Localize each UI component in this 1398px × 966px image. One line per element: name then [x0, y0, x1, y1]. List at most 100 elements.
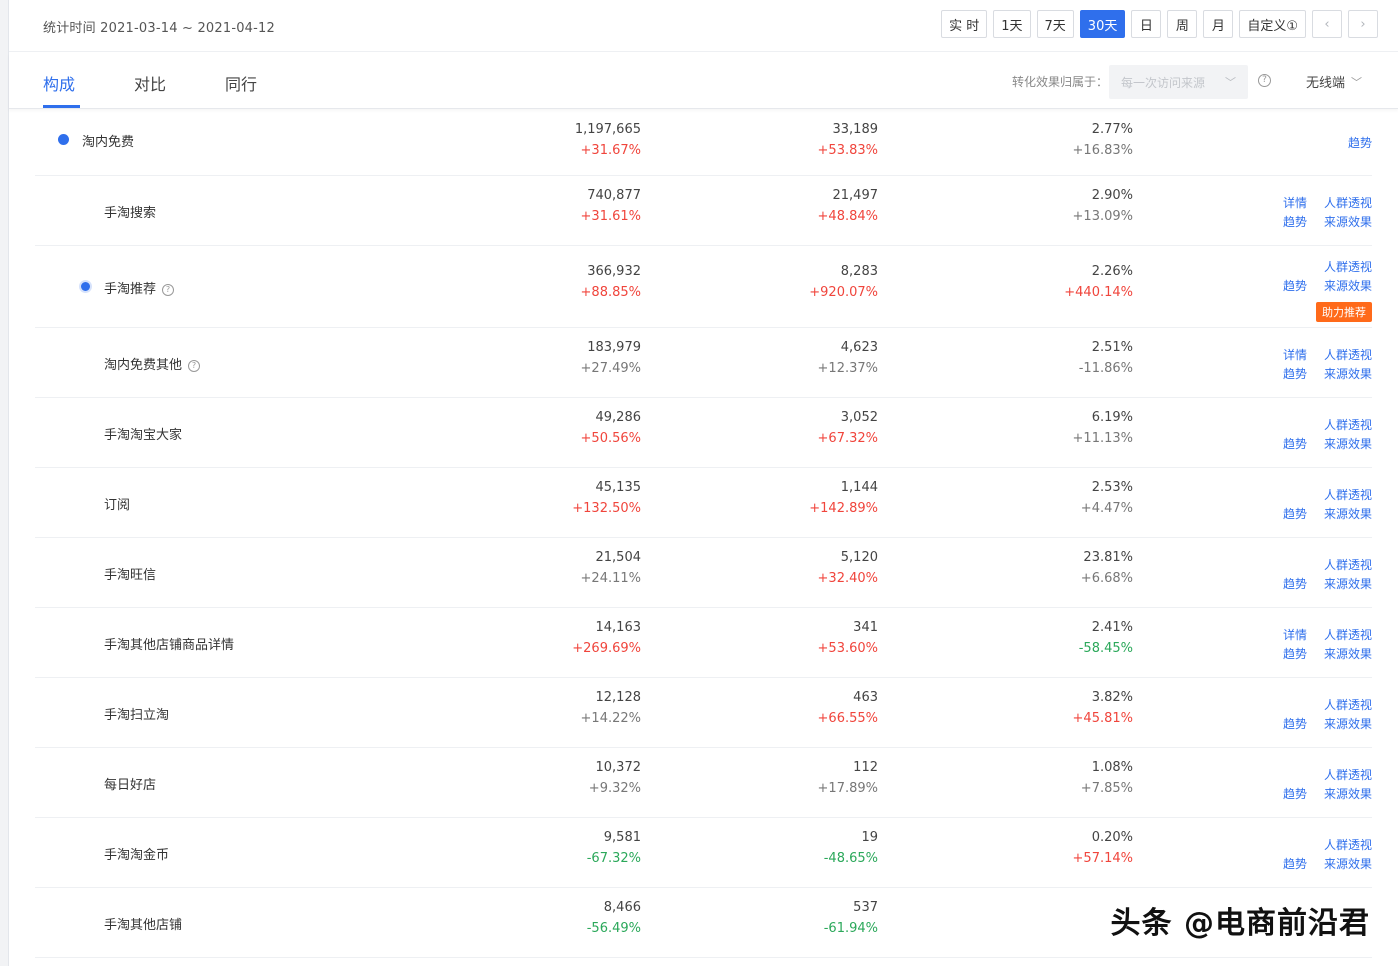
info-icon[interactable]: ?: [162, 284, 175, 296]
metric-value: 33,189: [832, 122, 879, 137]
source-name-label: 订阅: [104, 498, 131, 513]
chevron-left-icon[interactable]: ‹: [1312, 10, 1342, 38]
help-icon[interactable]: ?: [1258, 74, 1271, 87]
metric-value: 183,979: [587, 340, 641, 355]
period-month-button[interactable]: 月: [1203, 10, 1234, 38]
period-day-button[interactable]: 日: [1131, 10, 1162, 38]
source-name[interactable]: 手淘淘宝大家: [104, 424, 182, 443]
chevron-right-icon[interactable]: ›: [1348, 10, 1378, 38]
source-effect-link[interactable]: 来源效果: [1324, 855, 1372, 872]
metric-change: +31.67%: [580, 143, 641, 158]
trend-link[interactable]: 趋势: [1283, 435, 1307, 452]
trend-link[interactable]: 趋势: [1283, 575, 1307, 592]
source-name-label: 手淘扫立淘: [104, 708, 170, 723]
source-effect-link[interactable]: 来源效果: [1324, 435, 1372, 452]
detail-link[interactable]: 详情: [1283, 626, 1307, 643]
date-toolbar: 统计时间 2021-03-14 ~ 2021-04-12 实 时 1天 7天 3…: [9, 0, 1398, 52]
trend-link[interactable]: 趋势: [1283, 277, 1307, 294]
metric-cell-3: 23.81% +6.68%: [1013, 550, 1133, 586]
source-effect-link[interactable]: 来源效果: [1324, 277, 1372, 294]
trend-link[interactable]: 趋势: [1283, 715, 1307, 732]
period-week-button[interactable]: 周: [1167, 10, 1198, 38]
source-effect-link[interactable]: 来源效果: [1324, 365, 1372, 382]
period-1day-button[interactable]: 1天: [993, 10, 1031, 38]
source-effect-link[interactable]: 来源效果: [1324, 645, 1372, 662]
trend-link[interactable]: 趋势: [1283, 213, 1307, 230]
audience-link[interactable]: 人群透视: [1324, 696, 1372, 713]
source-effect-link[interactable]: 来源效果: [1324, 575, 1372, 592]
metric-change: +24.11%: [580, 571, 641, 586]
period-realtime-button[interactable]: 实 时: [941, 10, 988, 38]
source-name[interactable]: 淘内免费其他?: [104, 354, 201, 373]
audience-link[interactable]: 人群透视: [1324, 258, 1372, 275]
metric-cell-3: 2.77% +16.83%: [1013, 122, 1133, 158]
tab-compare[interactable]: 对比: [134, 71, 166, 95]
source-name[interactable]: 手淘推荐?: [104, 278, 175, 297]
metric-value: 3.82%: [1091, 690, 1133, 705]
trend-link[interactable]: 趋势: [1283, 505, 1307, 522]
info-icon[interactable]: ?: [188, 360, 201, 372]
metric-value: 1.08%: [1091, 760, 1133, 775]
metric-change: +50.56%: [580, 431, 641, 446]
metric-cell-3: 2.51% -11.86%: [1013, 340, 1133, 376]
audience-link[interactable]: 人群透视: [1324, 556, 1372, 573]
row-actions: 人群透视 趋势 来源效果: [1262, 678, 1372, 748]
metric-value: 23.81%: [1083, 550, 1133, 565]
audience-link[interactable]: 人群透视: [1324, 486, 1372, 503]
device-select[interactable]: 无线端: [1306, 72, 1345, 91]
source-effect-link[interactable]: 来源效果: [1324, 213, 1372, 230]
promo-badge[interactable]: 助力推荐: [1316, 302, 1372, 322]
source-dot-icon: [81, 282, 90, 291]
metric-value: 14,163: [595, 620, 642, 635]
metric-change: +16.83%: [1072, 143, 1133, 158]
audience-link[interactable]: 人群透视: [1324, 766, 1372, 783]
audience-link[interactable]: 人群透视: [1324, 836, 1372, 853]
source-effect-link[interactable]: 来源效果: [1324, 715, 1372, 732]
source-effect-link[interactable]: 来源效果: [1324, 505, 1372, 522]
metric-change: +9.32%: [588, 781, 641, 796]
audience-link[interactable]: 人群透视: [1324, 626, 1372, 643]
period-30day-button[interactable]: 30天: [1079, 10, 1126, 38]
detail-link[interactable]: 详情: [1283, 346, 1307, 363]
source-name[interactable]: 淘内免费: [82, 131, 134, 150]
period-7day-button[interactable]: 7天: [1036, 10, 1074, 38]
period-custom-button[interactable]: 自定义①: [1239, 10, 1306, 38]
source-name[interactable]: 手淘其他店铺: [104, 914, 182, 933]
audience-link[interactable]: 人群透视: [1324, 194, 1372, 211]
metric-value: 1,197,665: [574, 122, 641, 137]
metric-value: 8,466: [603, 900, 641, 915]
audience-link[interactable]: 人群透视: [1324, 346, 1372, 363]
metric-cell-3: 2.26% +440.14%: [1013, 264, 1133, 300]
table-row: 淘内免费 1,197,665 +31.67% 33,189 +53.83% 2.77% +1…: [35, 110, 1372, 176]
trend-link[interactable]: 趋势: [1348, 134, 1372, 151]
metric-change: -48.65%: [823, 851, 878, 866]
trend-link[interactable]: 趋势: [1283, 785, 1307, 802]
tab-composition[interactable]: 构成: [43, 71, 75, 95]
period-selector: 实 时 1天 7天 30天 日 周 月 自定义① ‹ ›: [941, 10, 1378, 38]
source-name[interactable]: 手淘其他店铺商品详情: [104, 634, 234, 653]
metric-change: +17.89%: [817, 781, 878, 796]
source-name[interactable]: 手淘扫立淘: [104, 704, 169, 723]
metric-cell-3: 2.41% -58.45%: [1013, 620, 1133, 656]
trend-link[interactable]: 趋势: [1283, 645, 1307, 662]
table-row: 手淘淘金币 9,581 -67.32% 19 -48.65% 0.20% +57.14% 人群…: [35, 818, 1372, 888]
source-name[interactable]: 手淘搜索: [104, 202, 156, 221]
metric-cell-2: 19 -48.65%: [758, 830, 878, 866]
trend-link[interactable]: 趋势: [1283, 365, 1307, 382]
source-name[interactable]: 手淘旺信: [104, 564, 156, 583]
metric-change: -61.94%: [823, 921, 878, 936]
source-name[interactable]: 手淘淘金币: [104, 844, 169, 863]
row-actions: 详情 人群透视 趋势 来源效果: [1262, 328, 1372, 398]
metric-change: +14.22%: [580, 711, 641, 726]
source-effect-link[interactable]: 来源效果: [1324, 785, 1372, 802]
attribution-select[interactable]: 每一次访问来源 ﹀: [1109, 65, 1248, 99]
metric-change: +440.14%: [1064, 285, 1133, 300]
trend-link[interactable]: 趋势: [1283, 855, 1307, 872]
metric-value: 2.51%: [1091, 340, 1133, 355]
source-name[interactable]: 订阅: [104, 494, 130, 513]
detail-link[interactable]: 详情: [1283, 194, 1307, 211]
source-name[interactable]: 每日好店: [104, 774, 156, 793]
audience-link[interactable]: 人群透视: [1324, 416, 1372, 433]
metric-cell-3: 2.53% +4.47%: [1013, 480, 1133, 516]
tab-peers[interactable]: 同行: [225, 71, 257, 95]
